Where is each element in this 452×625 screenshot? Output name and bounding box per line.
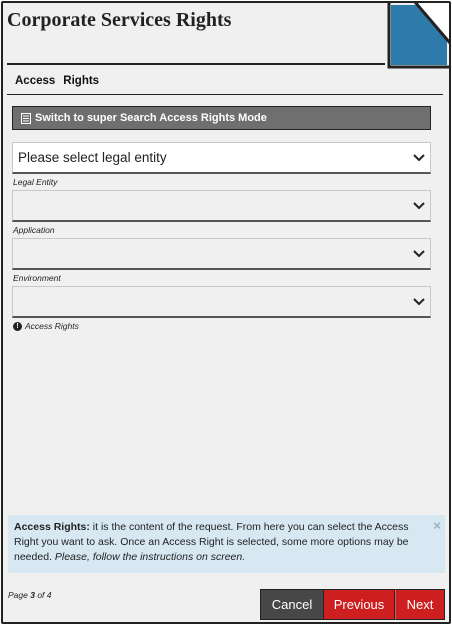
help-title: Access Rights: xyxy=(14,521,90,533)
corner-fold-icon xyxy=(387,3,449,69)
environment-label: Environment xyxy=(13,273,61,283)
tab-rights[interactable]: Rights xyxy=(63,75,99,94)
title-divider xyxy=(7,63,385,65)
chevron-down-icon xyxy=(413,201,425,209)
help-instructions: Please, follow the instructions on scree… xyxy=(54,551,246,563)
next-button[interactable]: Next xyxy=(395,589,445,620)
chevron-down-icon xyxy=(413,297,425,305)
legal-entity-label: Legal Entity xyxy=(13,177,58,187)
environment-select[interactable] xyxy=(12,238,431,270)
wizard-panel: Corporate Services Rights Access Rights … xyxy=(1,1,451,624)
previous-button[interactable]: Previous xyxy=(324,589,395,620)
access-rights-select[interactable] xyxy=(12,286,431,318)
legal-entity-value: Please select legal entity xyxy=(18,150,167,165)
application-label: Application xyxy=(13,225,55,235)
chevron-down-icon xyxy=(413,153,425,161)
chevron-down-icon xyxy=(413,249,425,257)
page-indicator: Page 3 of 4 xyxy=(8,590,52,600)
legal-entity-select[interactable]: Please select legal entity xyxy=(12,142,431,174)
application-select[interactable] xyxy=(12,190,431,222)
close-icon[interactable]: × xyxy=(433,518,441,533)
tab-bar: Access Rights xyxy=(7,75,443,95)
tab-access[interactable]: Access xyxy=(15,75,55,94)
info-icon[interactable]: ! xyxy=(13,321,22,331)
list-icon xyxy=(21,112,31,124)
page-title: Corporate Services Rights xyxy=(7,9,232,31)
cancel-button[interactable]: Cancel xyxy=(260,589,324,620)
switch-search-mode-label: Switch to super Search Access Rights Mod… xyxy=(35,112,267,124)
switch-search-mode-button[interactable]: Switch to super Search Access Rights Mod… xyxy=(12,106,431,130)
access-rights-label: ! Access Rights xyxy=(13,321,79,331)
help-info-box: Access Rights: it is the content of the … xyxy=(8,515,445,573)
